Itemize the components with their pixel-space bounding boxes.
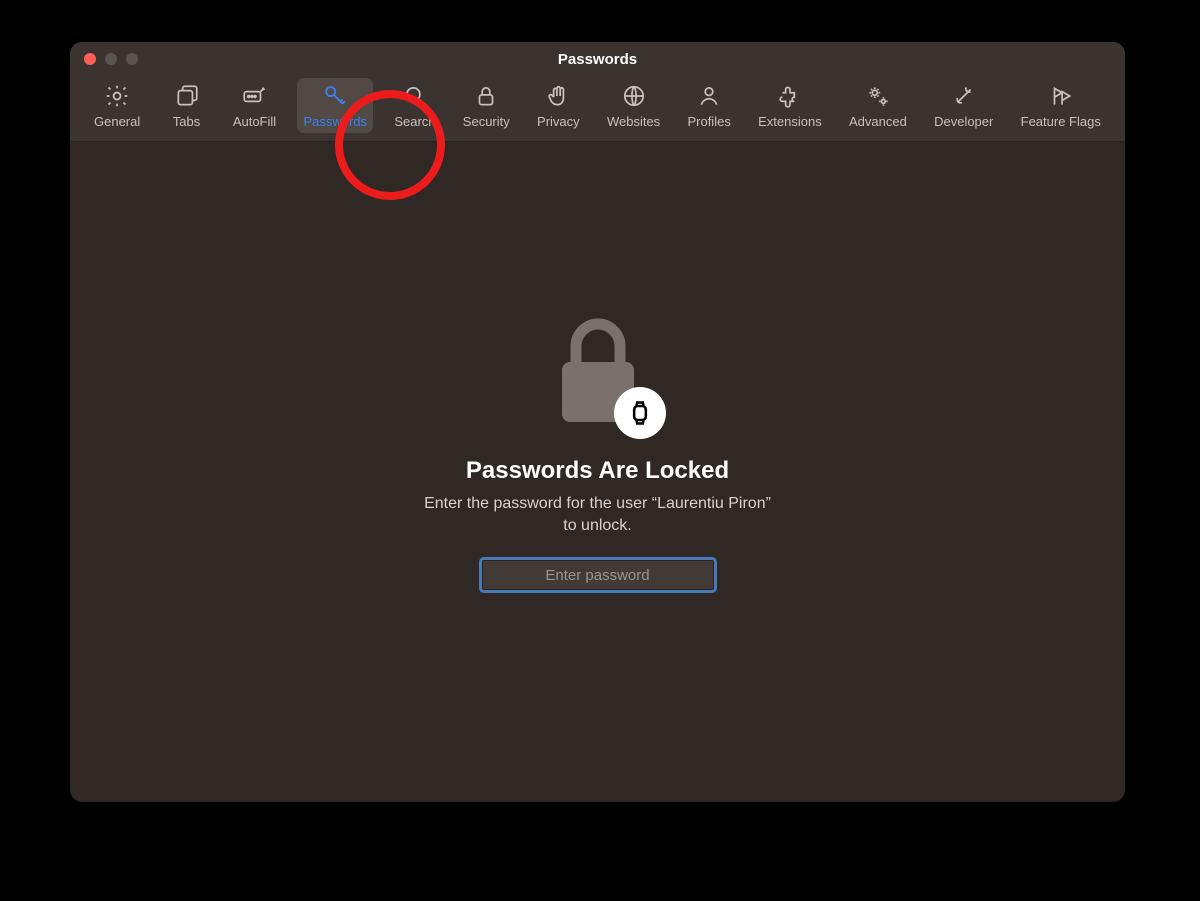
tab-passwords[interactable]: Passwords <box>297 78 373 133</box>
tab-label: General <box>94 114 140 129</box>
preferences-window: Passwords General Tabs AutoFill Passwo <box>70 42 1125 802</box>
lock-icon <box>471 82 501 110</box>
tab-label: Tabs <box>173 114 200 129</box>
locked-panel: Passwords Are Locked Enter the password … <box>70 142 1125 802</box>
tab-label: Developer <box>934 114 993 129</box>
tab-privacy[interactable]: Privacy <box>531 78 586 133</box>
tab-security[interactable]: Security <box>457 78 516 133</box>
tab-label: Passwords <box>303 114 367 129</box>
tools-icon <box>949 82 979 110</box>
tab-search[interactable]: Search <box>388 78 441 133</box>
tab-extensions[interactable]: Extensions <box>752 78 828 133</box>
tab-label: Privacy <box>537 114 580 129</box>
search-icon <box>400 82 430 110</box>
tab-label: Extensions <box>758 114 822 129</box>
tabs-icon <box>172 82 202 110</box>
tab-advanced[interactable]: Advanced <box>843 78 913 133</box>
person-icon <box>694 82 724 110</box>
tab-profiles[interactable]: Profiles <box>681 78 736 133</box>
tab-label: Feature Flags <box>1021 114 1101 129</box>
tab-developer[interactable]: Developer <box>928 78 999 133</box>
tab-label: AutoFill <box>233 114 276 129</box>
tab-label: Security <box>463 114 510 129</box>
close-window-button[interactable] <box>84 53 96 65</box>
tab-tabs[interactable]: Tabs <box>162 78 212 133</box>
hand-icon <box>543 82 573 110</box>
autofill-icon <box>239 82 269 110</box>
flags-icon <box>1046 82 1076 110</box>
key-icon <box>320 82 350 110</box>
password-input[interactable] <box>482 560 714 590</box>
locked-subtitle: Enter the password for the user “Laurent… <box>418 493 778 536</box>
minimize-window-button[interactable] <box>105 53 117 65</box>
preferences-toolbar: General Tabs AutoFill Passwords Search <box>70 76 1125 142</box>
globe-icon <box>619 82 649 110</box>
gears-icon <box>863 82 893 110</box>
tab-general[interactable]: General <box>88 78 146 133</box>
puzzle-icon <box>775 82 805 110</box>
gear-icon <box>102 82 132 110</box>
tab-label: Websites <box>607 114 660 129</box>
tab-label: Advanced <box>849 114 907 129</box>
tab-autofill[interactable]: AutoFill <box>227 78 282 133</box>
lock-illustration <box>548 312 648 427</box>
locked-title: Passwords Are Locked <box>466 457 729 485</box>
titlebar: Passwords <box>70 42 1125 76</box>
watch-badge-icon <box>614 387 666 439</box>
window-title: Passwords <box>558 51 637 68</box>
zoom-window-button[interactable] <box>126 53 138 65</box>
window-controls <box>84 53 138 65</box>
tab-label: Search <box>394 114 435 129</box>
tab-feature-flags[interactable]: Feature Flags <box>1015 78 1107 133</box>
tab-label: Profiles <box>687 114 730 129</box>
tab-websites[interactable]: Websites <box>601 78 666 133</box>
